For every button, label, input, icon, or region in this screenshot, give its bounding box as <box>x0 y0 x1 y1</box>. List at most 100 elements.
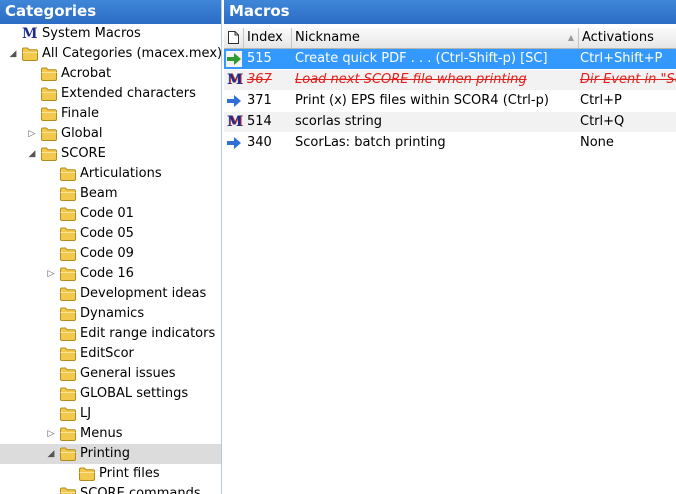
blue-arrow-icon <box>227 95 241 107</box>
folder-icon <box>41 127 57 141</box>
tree-item[interactable]: Beam <box>0 184 221 204</box>
folder-icon <box>60 267 76 281</box>
folder-icon <box>60 187 76 201</box>
folder-icon <box>41 147 57 161</box>
tree-item[interactable]: General issues <box>0 364 221 384</box>
tree-item-label: Development ideas <box>80 286 207 301</box>
tree-item-label: Menus <box>80 426 123 441</box>
macro-row[interactable]: M 514 scorlas string Ctrl+Q <box>224 112 676 132</box>
tree-item[interactable]: M System Macros <box>0 24 221 44</box>
macro-grid-header: Index Nickname ▲ Activations <box>224 28 676 49</box>
m-logo-icon: M <box>227 72 243 88</box>
tree-item-label: Articulations <box>80 166 162 181</box>
tree-item-label: Acrobat <box>61 66 112 81</box>
column-nickname-label: Nickname <box>295 30 360 45</box>
macro-index: 371 <box>247 93 272 108</box>
tree-item[interactable]: ▷ Global <box>0 124 221 144</box>
folder-icon <box>60 307 76 321</box>
tree-item-label: Extended characters <box>61 86 196 101</box>
tree-item-label: Code 01 <box>80 206 134 221</box>
tree-item[interactable]: ◢ SCORE <box>0 144 221 164</box>
categories-header: Categories <box>0 0 221 24</box>
tree-item[interactable]: EditScor <box>0 344 221 364</box>
expand-arrow-icon[interactable]: ▷ <box>27 124 37 144</box>
tree-item-label: SCORE <box>61 146 106 161</box>
tree-item[interactable]: SCORE commands <box>0 484 221 494</box>
folder-icon <box>60 387 76 401</box>
macro-row[interactable]: 340 ScorLas: batch printing None <box>224 133 676 153</box>
folder-icon <box>60 427 76 441</box>
expand-arrow-icon[interactable]: ▷ <box>46 264 56 284</box>
tree-item-label: Print files <box>99 466 160 481</box>
tree-item[interactable]: Dynamics <box>0 304 221 324</box>
folder-icon <box>60 327 76 341</box>
tree-item[interactable]: ▷ Code 16 <box>0 264 221 284</box>
green-arrow-icon <box>226 51 242 67</box>
folder-icon <box>41 87 57 101</box>
macro-activation: Ctrl+Shift+P <box>580 51 663 66</box>
tree-item[interactable]: LJ <box>0 404 221 424</box>
column-activations-header[interactable]: Activations <box>579 28 676 48</box>
expand-arrow-icon[interactable]: ▷ <box>46 424 56 444</box>
tree-item-label: All Categories (macex.mex) <box>42 46 222 61</box>
tree-item[interactable]: Extended characters <box>0 84 221 104</box>
collapse-arrow-icon[interactable]: ◢ <box>46 444 56 464</box>
macro-row[interactable]: 515 Create quick PDF . . . (Ctrl-Shift-p)… <box>224 49 676 69</box>
sort-ascending-icon: ▲ <box>567 33 574 42</box>
macros-pane: Macros Index Nickname ▲ Activations 515 C… <box>224 0 676 494</box>
tree-item[interactable]: ▷ Menus <box>0 424 221 444</box>
tree-item-label: General issues <box>80 366 176 381</box>
categories-pane: Categories M System Macros ◢ All Categories… <box>0 0 222 494</box>
tree-item[interactable]: Code 01 <box>0 204 221 224</box>
tree-item[interactable]: ◢ Printing <box>0 444 221 464</box>
folder-icon <box>60 487 76 494</box>
tree-item[interactable]: Finale <box>0 104 221 124</box>
tree-item-label: LJ <box>80 406 92 421</box>
folder-icon <box>60 207 76 221</box>
tree-item[interactable]: Articulations <box>0 164 221 184</box>
tree-item-label: GLOBAL settings <box>80 386 189 401</box>
tree-item-label: Code 05 <box>80 226 134 241</box>
macro-activation: Ctrl+Q <box>580 114 625 129</box>
tree-item[interactable]: Edit range indicators <box>0 324 221 344</box>
tree-item-label: Finale <box>61 106 99 121</box>
folder-icon <box>22 47 38 61</box>
macro-activation: Dir Event in "Se <box>580 72 676 87</box>
folder-icon <box>79 467 95 481</box>
column-icon-header[interactable] <box>224 28 244 48</box>
tree-item[interactable]: Print files <box>0 464 221 484</box>
folder-icon <box>60 407 76 421</box>
folder-icon <box>60 247 76 261</box>
m-logo-icon: M <box>227 114 243 130</box>
column-index-header[interactable]: Index <box>244 28 292 48</box>
folder-icon <box>60 227 76 241</box>
tree-item-label: System Macros <box>42 26 141 41</box>
m-logo-icon: M <box>22 26 38 42</box>
macro-index: 514 <box>247 114 272 129</box>
document-icon <box>228 31 239 44</box>
tree-item[interactable]: Acrobat <box>0 64 221 84</box>
macros-header: Macros <box>224 0 676 24</box>
folder-icon <box>60 367 76 381</box>
macro-activation: Ctrl+P <box>580 93 622 108</box>
macro-row[interactable]: M 367 Load next SCORE file when printing Di… <box>224 70 676 90</box>
macro-nickname: Print (x) EPS files within SCOR4 (Ctrl-p… <box>295 93 549 108</box>
collapse-arrow-icon[interactable]: ◢ <box>27 144 37 164</box>
tree-item[interactable]: Development ideas <box>0 284 221 304</box>
tree-item[interactable]: Code 05 <box>0 224 221 244</box>
macro-row[interactable]: 371 Print (x) EPS files within SCOR4 (Ctr… <box>224 91 676 111</box>
tree-item-label: Printing <box>80 446 131 461</box>
column-nickname-header[interactable]: Nickname ▲ <box>292 28 579 48</box>
folder-icon <box>60 447 76 461</box>
collapse-arrow-icon[interactable]: ◢ <box>8 44 18 64</box>
tree-item[interactable]: ◢ All Categories (macex.mex) <box>0 44 221 64</box>
folder-icon <box>60 287 76 301</box>
tree-item-label: Dynamics <box>80 306 145 321</box>
category-tree: M System Macros ◢ All Categories (macex.mex… <box>0 24 221 494</box>
tree-item-label: Beam <box>80 186 118 201</box>
tree-item[interactable]: Code 09 <box>0 244 221 264</box>
tree-item-label: Global <box>61 126 103 141</box>
folder-icon <box>60 167 76 181</box>
macro-index: 515 <box>247 51 272 66</box>
tree-item[interactable]: GLOBAL settings <box>0 384 221 404</box>
